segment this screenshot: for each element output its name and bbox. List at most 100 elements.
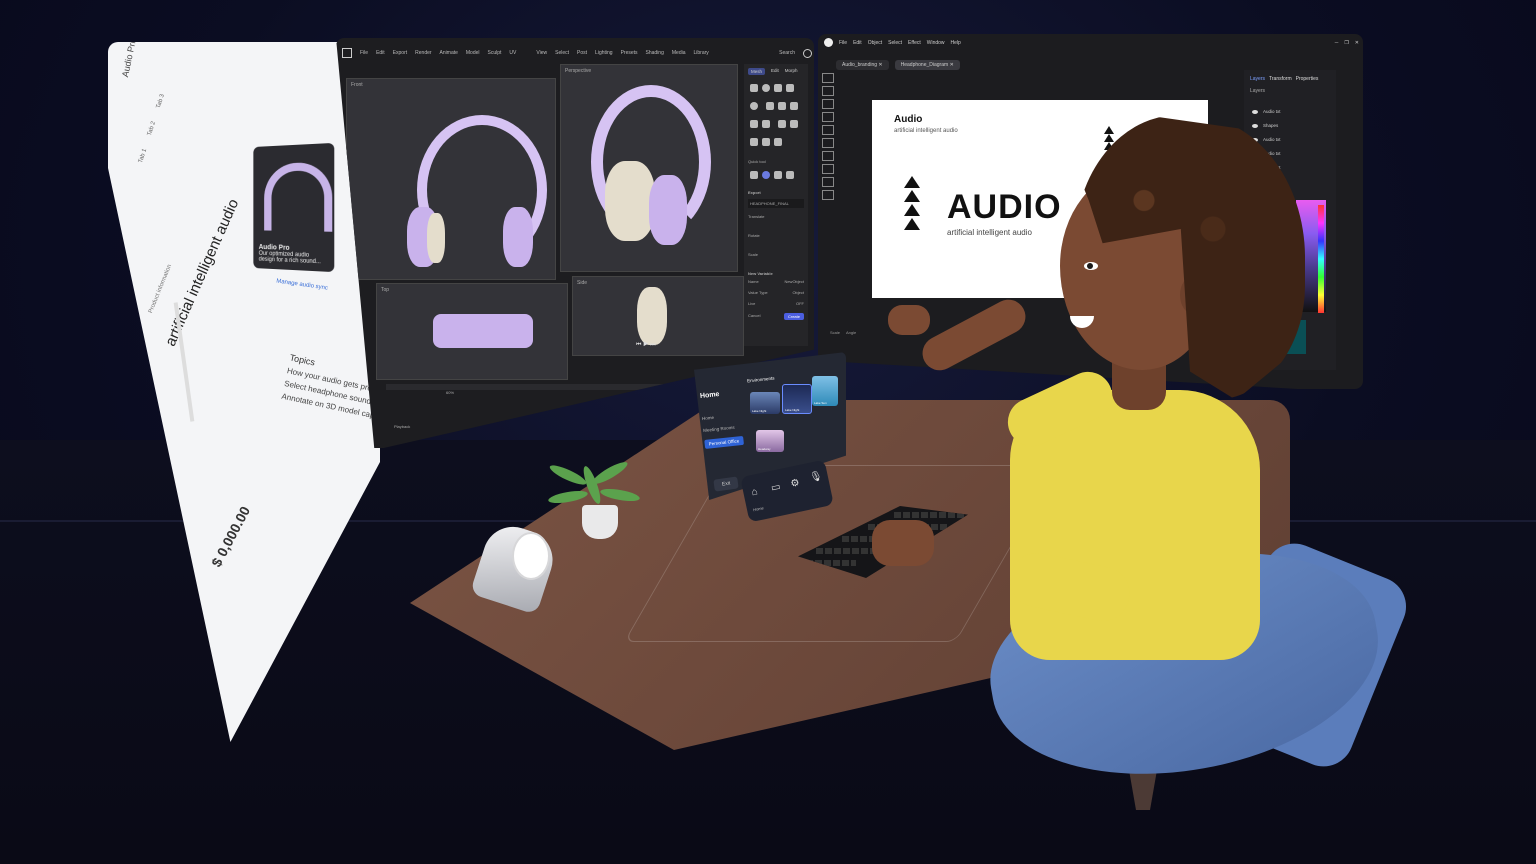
zoom-tool-icon[interactable] <box>822 177 834 187</box>
layer-row[interactable]: Shapes <box>1252 123 1328 128</box>
menu-item[interactable]: Model <box>466 50 480 56</box>
pen-tool-icon[interactable] <box>822 99 834 109</box>
menu-item[interactable]: Effect <box>908 40 921 46</box>
search-label[interactable]: Search <box>779 50 795 56</box>
menu-item[interactable]: Render <box>415 50 431 56</box>
text-tool-icon[interactable] <box>822 112 834 122</box>
target-icon[interactable] <box>762 171 770 179</box>
logo-wordmark[interactable]: AUDIO <box>947 188 1062 227</box>
shape-tool-icon[interactable] <box>822 125 834 135</box>
image-tool-icon[interactable] <box>822 151 834 161</box>
torus-icon[interactable] <box>750 102 758 110</box>
menu-item[interactable]: Object <box>868 40 882 46</box>
search-icon[interactable] <box>803 48 812 58</box>
menu-item[interactable]: Help <box>951 40 961 46</box>
capsule-icon[interactable] <box>790 120 799 128</box>
viewport-perspective[interactable]: Perspective <box>560 64 738 272</box>
previous-icon[interactable]: ⏮ <box>636 342 641 348</box>
tool-tab[interactable]: Morph <box>785 68 798 75</box>
tool-tab[interactable]: Edit <box>771 68 779 75</box>
eye-icon[interactable] <box>1252 123 1258 128</box>
environment-thumbnail[interactable]: Headway <box>756 430 784 452</box>
menu-item[interactable]: Lighting <box>595 50 613 56</box>
maximize-icon[interactable]: ❐ <box>1344 40 1348 46</box>
dropper-icon[interactable] <box>774 171 782 179</box>
minimize-icon[interactable]: ─ <box>1335 40 1339 46</box>
menu-item[interactable]: Sculpt <box>488 50 502 56</box>
var-name-input[interactable]: NewObject <box>784 279 804 284</box>
wedge-icon[interactable] <box>750 120 758 128</box>
create-button[interactable]: Create <box>783 313 804 320</box>
plane-icon[interactable] <box>790 102 799 110</box>
viewport-top[interactable]: Top <box>376 283 568 380</box>
doc-tab[interactable]: Headphone_Diagram ✕ <box>894 60 960 70</box>
environment-thumbnail[interactable]: Lake Night <box>782 384 812 414</box>
layer-row[interactable]: Audio txt <box>1252 109 1328 114</box>
arc-icon[interactable] <box>778 120 787 128</box>
hue-slider[interactable] <box>1318 205 1324 313</box>
slide-subtitle[interactable]: artificial intelligent audio <box>894 128 958 134</box>
line-tool-icon[interactable] <box>822 138 834 148</box>
cone-icon[interactable] <box>786 84 794 92</box>
close-tab-icon[interactable]: ✕ <box>878 62 882 68</box>
menu-item[interactable]: Media <box>672 50 686 56</box>
half-sphere-icon[interactable] <box>750 138 758 146</box>
logo-tagline[interactable]: artificial intelligent audio <box>947 228 1032 237</box>
export-name-field[interactable]: HEADPHONE_FINAL <box>748 199 804 208</box>
home-icon[interactable]: ⌂ <box>750 486 758 498</box>
var-type-select[interactable]: Object <box>792 290 804 295</box>
menu-item[interactable]: Edit <box>853 40 862 46</box>
product-card[interactable]: Audio Pro Our optimized audio design for… <box>253 142 335 273</box>
tab-transform[interactable]: Transform <box>1269 76 1292 82</box>
menu-item[interactable]: View <box>536 50 547 56</box>
environment-thumbnail[interactable]: Lake Sun <box>812 376 838 406</box>
viewport-side[interactable]: Side <box>572 276 744 356</box>
slide-title[interactable]: Audio <box>894 114 922 125</box>
ring-icon[interactable] <box>762 138 770 146</box>
menu-item[interactable]: Window <box>927 40 945 46</box>
pyramid-icon[interactable] <box>766 102 775 110</box>
doc-tab[interactable]: Tab 1 <box>138 148 148 164</box>
select-tool-icon[interactable] <box>822 73 834 83</box>
menu-item[interactable]: Library <box>694 50 709 56</box>
close-icon[interactable]: ✕ <box>1355 40 1359 46</box>
layer-row[interactable]: Audio txt <box>1252 137 1328 142</box>
menu-item[interactable]: File <box>360 50 368 56</box>
doc-tab[interactable]: Audio_branding ✕ <box>836 60 889 70</box>
menu-item[interactable]: Shading <box>646 50 664 56</box>
doc-tab[interactable]: Tab 2 <box>147 121 157 137</box>
home-menu-item[interactable]: Meeting Rooms <box>703 424 742 433</box>
cube-icon[interactable] <box>750 84 758 92</box>
hand-tool-icon[interactable] <box>822 190 834 200</box>
cancel-button[interactable]: Cancel <box>748 313 760 320</box>
menu-item[interactable]: Presets <box>621 50 638 56</box>
star-icon[interactable] <box>774 138 782 146</box>
menu-item[interactable]: Post <box>577 50 587 56</box>
cylinder-icon[interactable] <box>774 84 782 92</box>
tool-tab[interactable]: Mesh <box>748 68 766 75</box>
next-icon[interactable]: ⏭ <box>650 342 655 348</box>
menu-item[interactable]: File <box>839 40 847 46</box>
tube-icon[interactable] <box>762 120 770 128</box>
viewport-front[interactable]: Front <box>346 78 556 280</box>
home-menu-item[interactable]: Home <box>702 412 741 421</box>
settings-icon[interactable]: ⚙ <box>790 477 801 490</box>
crop-tool-icon[interactable] <box>822 164 834 174</box>
var-live-toggle[interactable]: OFF <box>796 301 804 306</box>
environment-thumbnail[interactable]: Lake Night <box>750 392 780 414</box>
tab-properties[interactable]: Properties <box>1296 76 1319 82</box>
menu-item[interactable]: Export <box>393 50 407 56</box>
doc-tab[interactable]: Tab 3 <box>156 93 166 109</box>
eye-icon[interactable] <box>1252 109 1258 114</box>
menu-item[interactable]: Select <box>555 50 569 56</box>
play-icon[interactable]: ▶ <box>643 342 648 348</box>
code-icon[interactable] <box>786 171 794 179</box>
menu-item[interactable]: Select <box>888 40 902 46</box>
sphere-icon[interactable] <box>762 84 770 92</box>
screen-icon[interactable]: ▭ <box>770 481 782 494</box>
menu-item[interactable]: Animate <box>440 50 458 56</box>
close-tab-icon[interactable]: ✕ <box>950 62 954 68</box>
microphone-icon[interactable]: 🎙 <box>809 470 824 483</box>
menu-item[interactable]: Edit <box>376 50 385 56</box>
menu-item[interactable]: UV <box>509 50 516 56</box>
